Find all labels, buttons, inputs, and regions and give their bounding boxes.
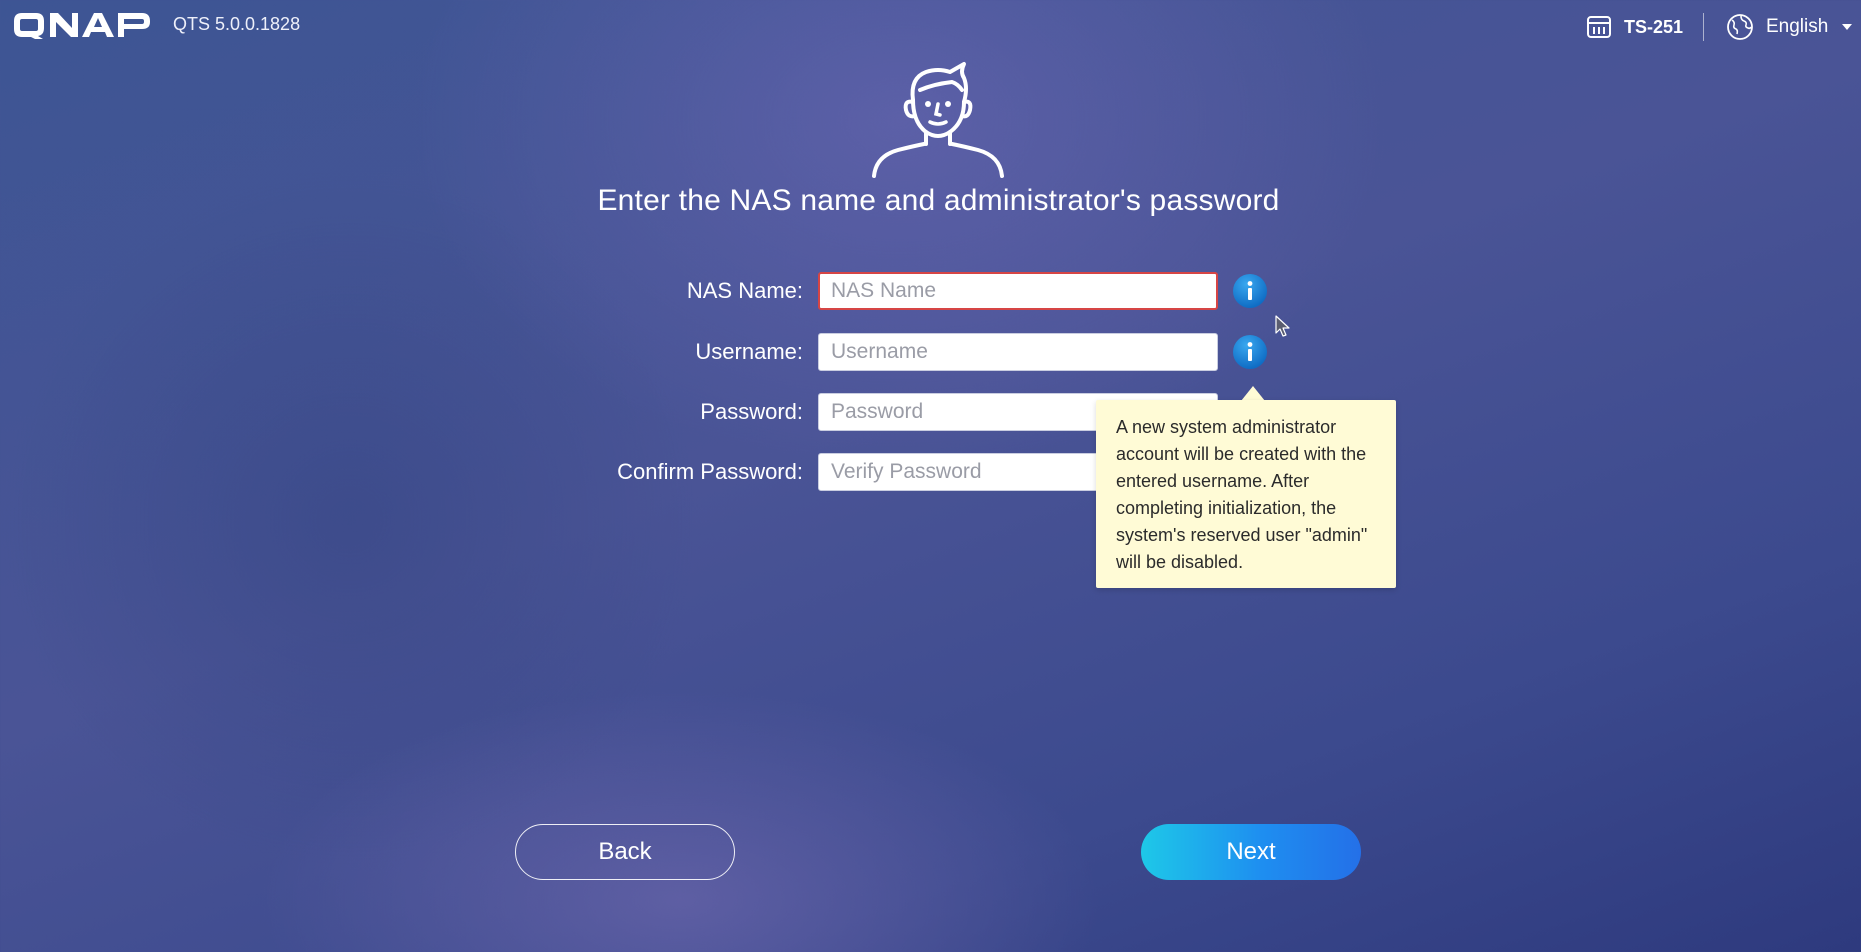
- globe-icon: [1727, 14, 1753, 40]
- mouse-cursor-icon: [1275, 315, 1290, 337]
- info-icon[interactable]: [1232, 334, 1268, 370]
- model-name: TS-251: [1624, 16, 1684, 37]
- username-label: Username:: [695, 339, 803, 364]
- next-button[interactable]: Next: [1141, 824, 1361, 880]
- confirm-password-label: Confirm Password:: [617, 459, 803, 484]
- password-label: Password:: [700, 399, 803, 424]
- caret-down-icon: [1842, 24, 1853, 30]
- info-icon[interactable]: [1232, 273, 1268, 309]
- header-divider: [1703, 13, 1704, 41]
- nas-name-input[interactable]: [818, 272, 1218, 310]
- username-input[interactable]: [818, 333, 1218, 371]
- device-model: TS-251: [1586, 14, 1683, 40]
- language-label: English: [1766, 16, 1829, 37]
- admin-avatar-icon: [872, 62, 1004, 178]
- nas-name-label: NAS Name:: [686, 278, 803, 303]
- qnap-logo: [14, 13, 150, 39]
- tooltip-arrow: [1241, 386, 1265, 401]
- page-title: Enter the NAS name and administrator's p…: [597, 184, 1280, 217]
- back-button[interactable]: Back: [515, 824, 735, 880]
- firmware-version: QTS 5.0.0.1828: [173, 14, 301, 34]
- language-selector[interactable]: English: [1726, 13, 1853, 41]
- nas-device-icon: [1587, 16, 1611, 38]
- username-help-tooltip: A new system administrator account will …: [1096, 400, 1396, 588]
